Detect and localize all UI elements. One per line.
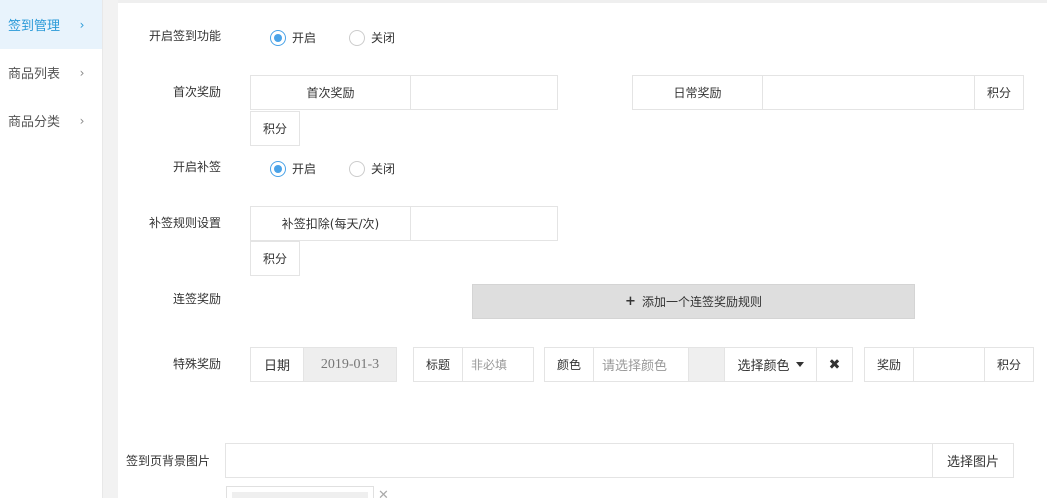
remove-image-icon[interactable]: ✕	[378, 488, 389, 498]
radio-checked-icon	[270, 29, 286, 46]
daily-reward-input[interactable]	[762, 75, 975, 110]
enable-makeup-off-radio[interactable]: 关闭	[349, 160, 395, 177]
daily-reward-unit: 积分	[974, 75, 1024, 110]
continuous-reward-label: 连签奖励	[172, 292, 221, 306]
sidebar-item-label: 签到管理	[8, 19, 61, 34]
sidebar-item-label: 商品分类	[8, 115, 61, 130]
daily-reward-addon: 日常奖励	[632, 75, 763, 110]
first-reward-input[interactable]	[410, 75, 558, 110]
sidebar-gutter	[103, 0, 118, 498]
color-input[interactable]: 请选择颜色	[593, 347, 689, 382]
first-reward-label: 首次奖励	[172, 85, 221, 99]
add-continuous-rule-button[interactable]: + 添加一个连签奖励规则	[472, 284, 915, 319]
first-reward-unit: 积分	[250, 111, 300, 146]
choose-color-dropdown[interactable]: 选择颜色	[724, 347, 817, 382]
background-image-input[interactable]	[225, 443, 933, 478]
add-rule-label: 添加一个连签奖励规则	[641, 295, 762, 309]
chevron-right-icon: ›	[79, 65, 85, 80]
reward-input[interactable]	[913, 347, 985, 382]
first-reward-addon: 首次奖励	[250, 75, 411, 110]
enable-signin-off-radio[interactable]: 关闭	[349, 29, 395, 46]
caret-down-icon	[795, 362, 804, 367]
background-image-thumbnail	[226, 486, 374, 498]
reward-unit: 积分	[984, 347, 1034, 382]
radio-label: 开启	[292, 162, 317, 176]
choose-color-label: 选择颜色	[737, 359, 790, 374]
enable-makeup-label: 开启补签	[172, 160, 221, 174]
special-reward-label: 特殊奖励	[172, 357, 221, 371]
radio-unchecked-icon	[349, 29, 365, 46]
radio-unchecked-icon	[349, 160, 365, 177]
sidebar-item-signin-management[interactable]: 签到管理 ›	[0, 0, 102, 49]
choose-image-button[interactable]: 选择图片	[932, 443, 1014, 478]
radio-checked-icon	[270, 160, 286, 177]
radio-label: 关闭	[371, 162, 396, 176]
color-swatch	[688, 347, 725, 382]
plus-icon: +	[625, 294, 636, 309]
enable-signin-label: 开启签到功能	[148, 29, 221, 43]
sidebar: 签到管理 › 商品列表 › 商品分类 ›	[0, 0, 103, 498]
sidebar-item-label: 商品列表	[8, 67, 61, 82]
color-addon: 颜色	[544, 347, 594, 382]
sidebar-item-product-list[interactable]: 商品列表 ›	[0, 48, 102, 97]
clear-color-button[interactable]: ✖	[816, 347, 853, 382]
makeup-deduct-input[interactable]	[410, 206, 558, 241]
title-input[interactable]: 非必填	[462, 347, 534, 382]
background-image-label: 签到页背景图片	[125, 454, 210, 468]
sidebar-item-product-category[interactable]: 商品分类 ›	[0, 96, 102, 145]
enable-makeup-on-radio[interactable]: 开启	[270, 160, 316, 177]
reward-addon: 奖励	[864, 347, 914, 382]
makeup-rule-label: 补签规则设置	[148, 216, 221, 230]
radio-label: 开启	[292, 31, 317, 45]
makeup-deduct-addon: 补签扣除(每天/次)	[250, 206, 411, 241]
makeup-deduct-unit: 积分	[250, 241, 300, 276]
title-addon: 标题	[413, 347, 463, 382]
radio-label: 关闭	[371, 31, 396, 45]
chevron-right-icon: ›	[79, 113, 85, 128]
date-addon: 日期	[250, 347, 304, 382]
enable-signin-on-radio[interactable]: 开启	[270, 29, 316, 46]
chevron-right-icon: ›	[79, 17, 85, 32]
signin-settings-form: 开启签到功能 开启 关闭 首次奖励 首次奖励 日常奖励 积分 积分 开启补签 开…	[118, 0, 1047, 498]
close-icon: ✖	[828, 356, 841, 373]
date-input[interactable]: 2019-01-3	[303, 347, 397, 382]
